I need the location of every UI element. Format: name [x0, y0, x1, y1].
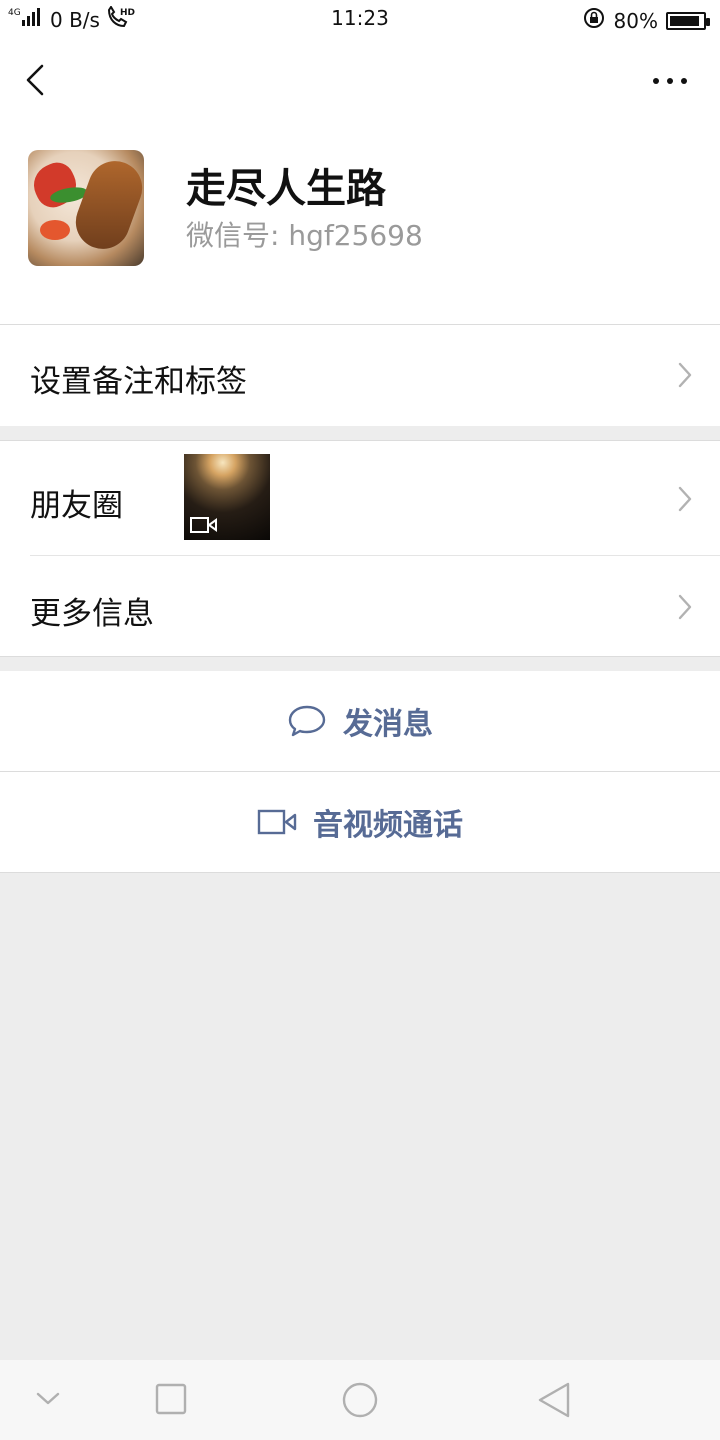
profile-header: 走尽人生路 微信号: hgf25698 — [0, 38, 720, 324]
home-icon[interactable] — [340, 1380, 380, 1420]
profile-name: 走尽人生路 — [186, 166, 386, 212]
rotation-lock-icon — [582, 6, 606, 35]
more-button[interactable] — [650, 66, 690, 96]
video-camera-icon — [257, 809, 297, 835]
chevron-right-icon — [678, 362, 692, 388]
chat-bubble-icon — [288, 705, 326, 737]
divider — [0, 872, 720, 873]
back-button[interactable] — [18, 60, 58, 100]
send-message-button[interactable]: 发消息 — [0, 671, 720, 771]
chevron-right-icon — [678, 486, 692, 512]
navigation-bar — [0, 1360, 720, 1440]
video-call-button[interactable]: 音视频通话 — [0, 772, 720, 872]
avatar[interactable] — [28, 150, 144, 266]
battery-percent: 80% — [613, 8, 658, 33]
chevron-right-icon — [678, 594, 692, 620]
remark-tags-row[interactable]: 设置备注和标签 — [0, 324, 720, 426]
more-info-label: 更多信息 — [30, 596, 154, 632]
send-message-label: 发消息 — [343, 707, 433, 742]
divider — [0, 656, 720, 657]
status-right: 80% — [582, 6, 710, 35]
more-info-row[interactable]: 更多信息 — [0, 556, 720, 657]
battery-icon — [666, 11, 710, 30]
moments-row[interactable]: 朋友圈 — [0, 440, 720, 556]
moments-label: 朋友圈 — [30, 488, 123, 524]
collapse-chevron-icon[interactable] — [34, 1388, 62, 1408]
wechat-id: 微信号: hgf25698 — [186, 219, 423, 252]
moments-thumbnail[interactable] — [184, 454, 270, 540]
status-bar: 4G 0 B/s HD 11:23 80% — [0, 0, 720, 38]
more-dots-icon — [653, 78, 687, 84]
video-call-label: 音视频通话 — [313, 808, 463, 843]
back-triangle-icon[interactable] — [534, 1380, 574, 1420]
divider — [0, 324, 720, 325]
recent-apps-icon[interactable] — [154, 1382, 188, 1416]
video-icon — [190, 517, 217, 533]
back-arrow-icon — [26, 64, 44, 96]
divider — [0, 440, 720, 441]
remark-tags-label: 设置备注和标签 — [30, 364, 247, 400]
